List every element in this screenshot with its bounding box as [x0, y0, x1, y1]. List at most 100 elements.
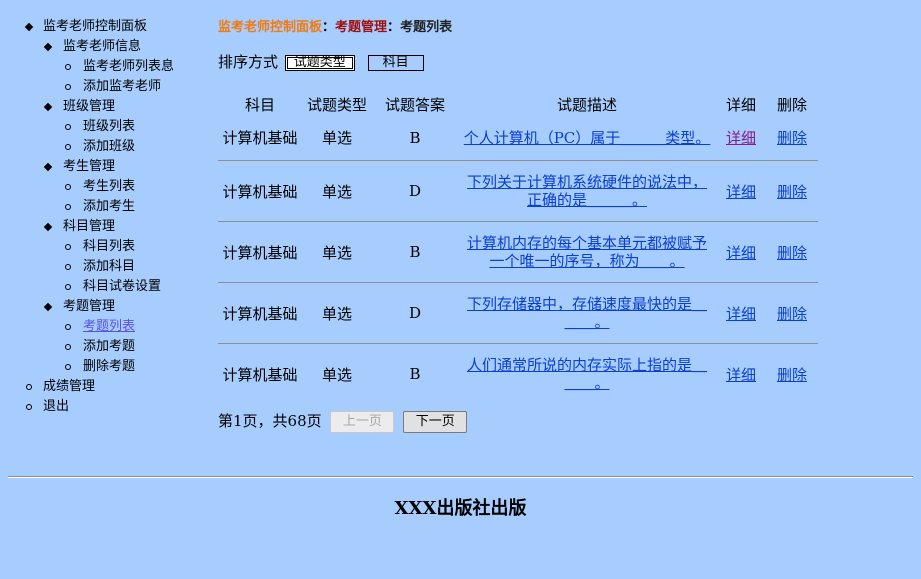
- cell-answer: D: [372, 160, 458, 222]
- sidebar-item-score[interactable]: 成绩管理: [0, 377, 210, 397]
- sidebar-link[interactable]: 班级列表: [83, 119, 135, 134]
- sidebar-group-student[interactable]: 考生管理: [0, 157, 210, 177]
- cell-type: 单选: [302, 115, 372, 161]
- delete-link[interactable]: 删除: [777, 183, 807, 201]
- detail-link[interactable]: 详细: [726, 244, 756, 262]
- cell-answer: B: [372, 115, 458, 161]
- page-status: 第1页，共68页: [218, 412, 322, 430]
- diamond-bullet-icon: [43, 102, 53, 112]
- sidebar-item-delete-question[interactable]: 删除考题: [0, 357, 210, 377]
- sidebar-link[interactable]: 监考老师列表息: [83, 59, 174, 74]
- circle-bullet-icon: [65, 204, 71, 210]
- sort-label: 排序方式: [218, 53, 279, 71]
- delete-link[interactable]: 删除: [777, 244, 807, 262]
- pagination: 第1页，共68页 上一页 下一页: [218, 408, 468, 434]
- sidebar-link[interactable]: 添加考生: [83, 199, 135, 214]
- question-description-link[interactable]: 人们通常所说的内存实际上指的是＿＿＿。: [458, 356, 716, 392]
- detail-link[interactable]: 详细: [726, 366, 756, 384]
- delete-link[interactable]: 删除: [777, 366, 807, 384]
- cell-subject: 计算机基础: [218, 221, 302, 283]
- cell-delete: 删除: [766, 282, 818, 344]
- sidebar-item-teacher-list[interactable]: 监考老师列表息: [0, 57, 210, 77]
- question-description-link[interactable]: 计算机内存的每个基本单元都被赋予一个唯一的序号，称为＿＿。: [458, 234, 716, 270]
- circle-bullet-icon: [65, 264, 71, 270]
- question-description-link[interactable]: 个人计算机（PC）属于＿＿＿类型。: [458, 129, 716, 147]
- sidebar-item-add-student[interactable]: 添加考生: [0, 197, 210, 217]
- delete-link[interactable]: 删除: [777, 305, 807, 323]
- sidebar-link[interactable]: 科目试卷设置: [83, 279, 161, 294]
- prev-page-button[interactable]: 上一页: [330, 411, 395, 433]
- sidebar-group-teacher[interactable]: 监考老师信息: [0, 37, 210, 57]
- cell-type: 单选: [302, 221, 372, 283]
- sidebar-link[interactable]: 添加考题: [83, 339, 135, 354]
- sidebar-group-subject[interactable]: 科目管理: [0, 217, 210, 237]
- sidebar: 监考老师控制面板 监考老师信息 监考老师列表息 添加监考老师 班级管理 班级列表…: [0, 0, 210, 417]
- breadcrumb-home[interactable]: 监考老师控制面板: [218, 20, 322, 35]
- cell-description: 人们通常所说的内存实际上指的是＿＿＿。: [458, 344, 716, 405]
- cell-subject: 计算机基础: [218, 115, 302, 161]
- cell-type: 单选: [302, 282, 372, 344]
- sidebar-group-label: 考生管理: [63, 159, 116, 174]
- sidebar-link[interactable]: 添加班级: [83, 139, 135, 154]
- question-description-link[interactable]: 下列存储器中，存储速度最快的是＿＿＿。: [458, 295, 716, 331]
- cell-description: 下列关于计算机系统硬件的说法中，正确的是＿＿＿。: [458, 160, 716, 222]
- sidebar-group-label: 考题管理: [63, 299, 116, 314]
- sort-by-subject-button[interactable]: 科目: [367, 55, 424, 71]
- breadcrumb-separator: ：: [387, 20, 401, 35]
- sidebar-item-class-list[interactable]: 班级列表: [0, 117, 210, 137]
- cell-description: 下列存储器中，存储速度最快的是＿＿＿。: [458, 282, 716, 344]
- cell-delete: 删除: [766, 344, 818, 405]
- sort-by-type-button[interactable]: 试题类型: [284, 55, 355, 71]
- question-table: 科目 试题类型 试题答案 试题描述 详细 删除 计算机基础 单选 B 个人计算机…: [218, 95, 818, 404]
- circle-bullet-icon: [26, 404, 32, 410]
- sidebar-link[interactable]: 添加科目: [83, 259, 135, 274]
- question-description-link[interactable]: 下列关于计算机系统硬件的说法中，正确的是＿＿＿。: [458, 173, 716, 209]
- sidebar-link-active[interactable]: 考题列表: [83, 319, 135, 334]
- sidebar-item-add-subject[interactable]: 添加科目: [0, 257, 210, 277]
- sidebar-item-student-list[interactable]: 考生列表: [0, 177, 210, 197]
- sidebar-link[interactable]: 成绩管理: [43, 379, 95, 394]
- sidebar-item-subject-paper-settings[interactable]: 科目试卷设置: [0, 277, 210, 297]
- table-header-row: 科目 试题类型 试题答案 试题描述 详细 删除: [218, 95, 818, 115]
- header-answer: 试题答案: [384, 96, 445, 114]
- cell-detail: 详细: [716, 221, 766, 283]
- cell-delete: 删除: [766, 160, 818, 222]
- sidebar-link[interactable]: 删除考题: [83, 359, 135, 374]
- sidebar-item-add-teacher[interactable]: 添加监考老师: [0, 77, 210, 97]
- cell-type: 单选: [321, 365, 352, 384]
- cell-detail: 详细: [716, 344, 766, 405]
- sort-bar: 排序方式 试题类型 科目: [218, 52, 424, 72]
- sidebar-link[interactable]: 退出: [43, 399, 69, 414]
- header-delete: 删除: [776, 96, 807, 114]
- sidebar-link[interactable]: 添加监考老师: [83, 79, 161, 94]
- sidebar-link[interactable]: 科目列表: [83, 239, 135, 254]
- circle-bullet-icon: [65, 344, 71, 350]
- next-page-button[interactable]: 下一页: [403, 411, 468, 433]
- sidebar-link[interactable]: 考生列表: [83, 179, 135, 194]
- cell-answer: B: [372, 221, 458, 283]
- sidebar-group-question[interactable]: 考题管理: [0, 297, 210, 317]
- header-type: 试题类型: [306, 96, 367, 114]
- sidebar-item-add-class[interactable]: 添加班级: [0, 137, 210, 157]
- sidebar-group-class[interactable]: 班级管理: [0, 97, 210, 117]
- delete-link[interactable]: 删除: [777, 129, 807, 147]
- sidebar-group-label: 科目管理: [63, 219, 116, 234]
- sidebar-item-subject-list[interactable]: 科目列表: [0, 237, 210, 257]
- diamond-bullet-icon: [43, 42, 53, 52]
- detail-link[interactable]: 详细: [726, 305, 756, 323]
- detail-link[interactable]: 详细: [726, 183, 756, 201]
- sidebar-item-logout[interactable]: 退出: [0, 397, 210, 417]
- header-detail: 详细: [725, 96, 756, 114]
- circle-bullet-icon: [65, 244, 71, 250]
- circle-bullet-icon: [65, 284, 71, 290]
- table-row: 计算机基础 单选 B 人们通常所说的内存实际上指的是＿＿＿。 详细 删除: [218, 344, 818, 405]
- detail-link[interactable]: 详细: [726, 129, 756, 147]
- cell-description: 个人计算机（PC）属于＿＿＿类型。: [458, 115, 716, 161]
- breadcrumb-section[interactable]: 考题管理: [335, 20, 387, 35]
- circle-bullet-icon: [65, 64, 71, 70]
- footer-divider: [8, 476, 913, 478]
- table-row: 计算机基础 单选 B 个人计算机（PC）属于＿＿＿类型。 详细 删除: [218, 115, 818, 161]
- sidebar-item-add-question[interactable]: 添加考题: [0, 337, 210, 357]
- sidebar-item-question-list[interactable]: 考题列表: [0, 317, 210, 337]
- circle-bullet-icon: [65, 124, 71, 130]
